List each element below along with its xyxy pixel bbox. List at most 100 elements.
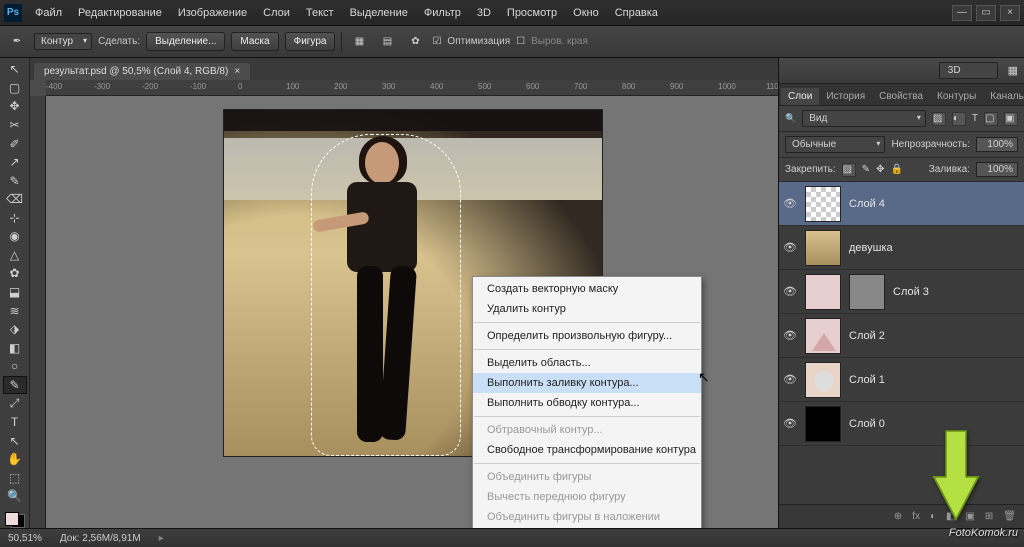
ctx-item[interactable]: Выделить область... — [473, 353, 701, 373]
ctx-item[interactable]: Свободное трансформирование контура — [473, 440, 701, 460]
layer-name[interactable]: Слой 3 — [893, 286, 929, 298]
tool-12[interactable]: ⬓ — [3, 283, 27, 302]
panel-tab-Каналы[interactable]: Каналы — [983, 88, 1024, 105]
fill-field[interactable]: 100% — [976, 162, 1018, 177]
layer-thumb[interactable] — [805, 230, 841, 266]
ctx-item[interactable]: Выполнить заливку контура... — [473, 373, 701, 393]
layer-action-icon[interactable]: fx — [912, 511, 920, 522]
layer-row[interactable]: 👁 девушка — [779, 226, 1024, 270]
optim-checkbox[interactable]: ☑ — [432, 36, 441, 47]
zoom-level[interactable]: 50,51% — [8, 533, 42, 544]
layer-name[interactable]: девушка — [849, 242, 893, 254]
tool-1[interactable]: ▢ — [3, 79, 27, 98]
layer-name[interactable]: Слой 1 — [849, 374, 885, 386]
tool-9[interactable]: ◉ — [3, 227, 27, 246]
panel-tab-Контуры[interactable]: Контуры — [930, 88, 983, 105]
lock-pixels-icon[interactable]: ▨ — [842, 163, 856, 177]
layer-name[interactable]: Слой 4 — [849, 198, 885, 210]
tool-2[interactable]: ✥ — [3, 97, 27, 116]
filter-shape-icon[interactable]: ▢ — [984, 112, 998, 126]
layer-name[interactable]: Слой 0 — [849, 418, 885, 430]
tool-19[interactable]: T — [3, 413, 27, 432]
menu-Выделение[interactable]: Выделение — [343, 4, 415, 22]
align-icon[interactable]: ▦ — [348, 31, 370, 53]
layer-thumb[interactable] — [805, 362, 841, 398]
layer-action-icon[interactable]: 🗑 — [1003, 511, 1016, 522]
layer-thumb[interactable] — [805, 406, 841, 442]
tool-3[interactable]: ✂ — [3, 116, 27, 135]
filter-select[interactable]: Вид — [802, 110, 926, 127]
lock-move-icon[interactable]: ✥ — [876, 164, 884, 175]
visibility-icon[interactable]: 👁 — [783, 241, 797, 254]
make-selection-button[interactable]: Выделение... — [146, 32, 225, 51]
layer-row[interactable]: 👁 Слой 2 — [779, 314, 1024, 358]
filter-type-icon[interactable]: T — [972, 113, 978, 124]
tool-20[interactable]: ↖ — [3, 431, 27, 450]
layer-row[interactable]: 👁 Слой 4 — [779, 182, 1024, 226]
filter-smart-icon[interactable]: ▣ — [1004, 112, 1018, 126]
tool-22[interactable]: ⬚ — [3, 468, 27, 487]
visibility-icon[interactable]: 👁 — [783, 373, 797, 386]
tool-23[interactable]: 🔍 — [3, 487, 27, 506]
menu-Редактирование[interactable]: Редактирование — [71, 4, 169, 22]
tool-4[interactable]: ✐ — [3, 134, 27, 153]
visibility-icon[interactable]: 👁 — [783, 197, 797, 210]
layer-row[interactable]: 👁 Слой 3 — [779, 270, 1024, 314]
visibility-icon[interactable]: 👁 — [783, 417, 797, 430]
panel-tab-История[interactable]: История — [819, 88, 872, 105]
menu-Справка[interactable]: Справка — [608, 4, 665, 22]
layer-thumb[interactable] — [805, 318, 841, 354]
tool-6[interactable]: ✎ — [3, 171, 27, 190]
blend-mode-select[interactable]: Обычные — [785, 136, 885, 153]
tool-13[interactable]: ≋ — [3, 301, 27, 320]
menu-Изображение[interactable]: Изображение — [171, 4, 254, 22]
align-icon-2[interactable]: ▤ — [376, 31, 398, 53]
tool-16[interactable]: ○ — [3, 357, 27, 376]
ctx-item[interactable]: Удалить контур — [473, 299, 701, 319]
color-swatch[interactable] — [5, 512, 25, 529]
layer-name[interactable]: Слой 2 — [849, 330, 885, 342]
path-mode-select[interactable]: Контур — [34, 33, 92, 50]
tool-5[interactable]: ↗ — [3, 153, 27, 172]
panel-tab-Свойства[interactable]: Свойства — [872, 88, 930, 105]
menu-Фильтр[interactable]: Фильтр — [417, 4, 468, 22]
menu-Текст[interactable]: Текст — [299, 4, 341, 22]
layer-thumb[interactable] — [805, 274, 841, 310]
tool-8[interactable]: ⊹ — [3, 209, 27, 228]
canvas[interactable]: Создать векторную маскуУдалить контурОпр… — [46, 96, 778, 528]
menu-Слои[interactable]: Слои — [256, 4, 297, 22]
layer-row[interactable]: 👁 Слой 1 — [779, 358, 1024, 402]
menu-3D[interactable]: 3D — [470, 4, 498, 22]
make-mask-button[interactable]: Маска — [231, 32, 278, 51]
tool-14[interactable]: ⬗ — [3, 320, 27, 339]
menu-Просмотр[interactable]: Просмотр — [500, 4, 564, 22]
tool-17[interactable]: ✎ — [3, 376, 27, 395]
close-button[interactable]: × — [1000, 5, 1020, 21]
tool-21[interactable]: ✋ — [3, 450, 27, 469]
visibility-icon[interactable]: 👁 — [783, 285, 797, 298]
tool-18[interactable]: ⤢ — [3, 394, 27, 413]
opacity-field[interactable]: 100% — [976, 137, 1018, 152]
tool-11[interactable]: ✿ — [3, 264, 27, 283]
lock-brush-icon[interactable]: ✎ — [862, 164, 870, 175]
rubber-checkbox[interactable]: ☐ — [516, 36, 525, 47]
tool-0[interactable]: ↖ — [3, 60, 27, 79]
layer-mask-thumb[interactable] — [849, 274, 885, 310]
tool-7[interactable]: ⌫ — [3, 190, 27, 209]
menu-Файл[interactable]: Файл — [28, 4, 69, 22]
layer-thumb[interactable] — [805, 186, 841, 222]
minimize-button[interactable]: — — [952, 5, 972, 21]
panel-tab-Слои[interactable]: Слои — [781, 88, 819, 105]
tool-15[interactable]: ◧ — [3, 338, 27, 357]
document-tab[interactable]: результат.psd @ 50,5% (Слой 4, RGB/8) × — [34, 63, 250, 80]
make-shape-button[interactable]: Фигура — [285, 32, 336, 51]
visibility-icon[interactable]: 👁 — [783, 329, 797, 342]
ctx-item[interactable]: Определить произвольную фигуру... — [473, 326, 701, 346]
menu-Окно[interactable]: Окно — [566, 4, 606, 22]
gear-icon[interactable]: ✿ — [404, 31, 426, 53]
filter-img-icon[interactable]: ▨ — [932, 112, 946, 126]
ctx-item[interactable]: Выполнить обводку контура... — [473, 393, 701, 413]
filter-adj-icon[interactable]: ◐ — [952, 112, 966, 126]
lock-all-icon[interactable]: 🔒 — [890, 164, 902, 175]
view-mode-select[interactable]: 3D — [939, 62, 998, 79]
